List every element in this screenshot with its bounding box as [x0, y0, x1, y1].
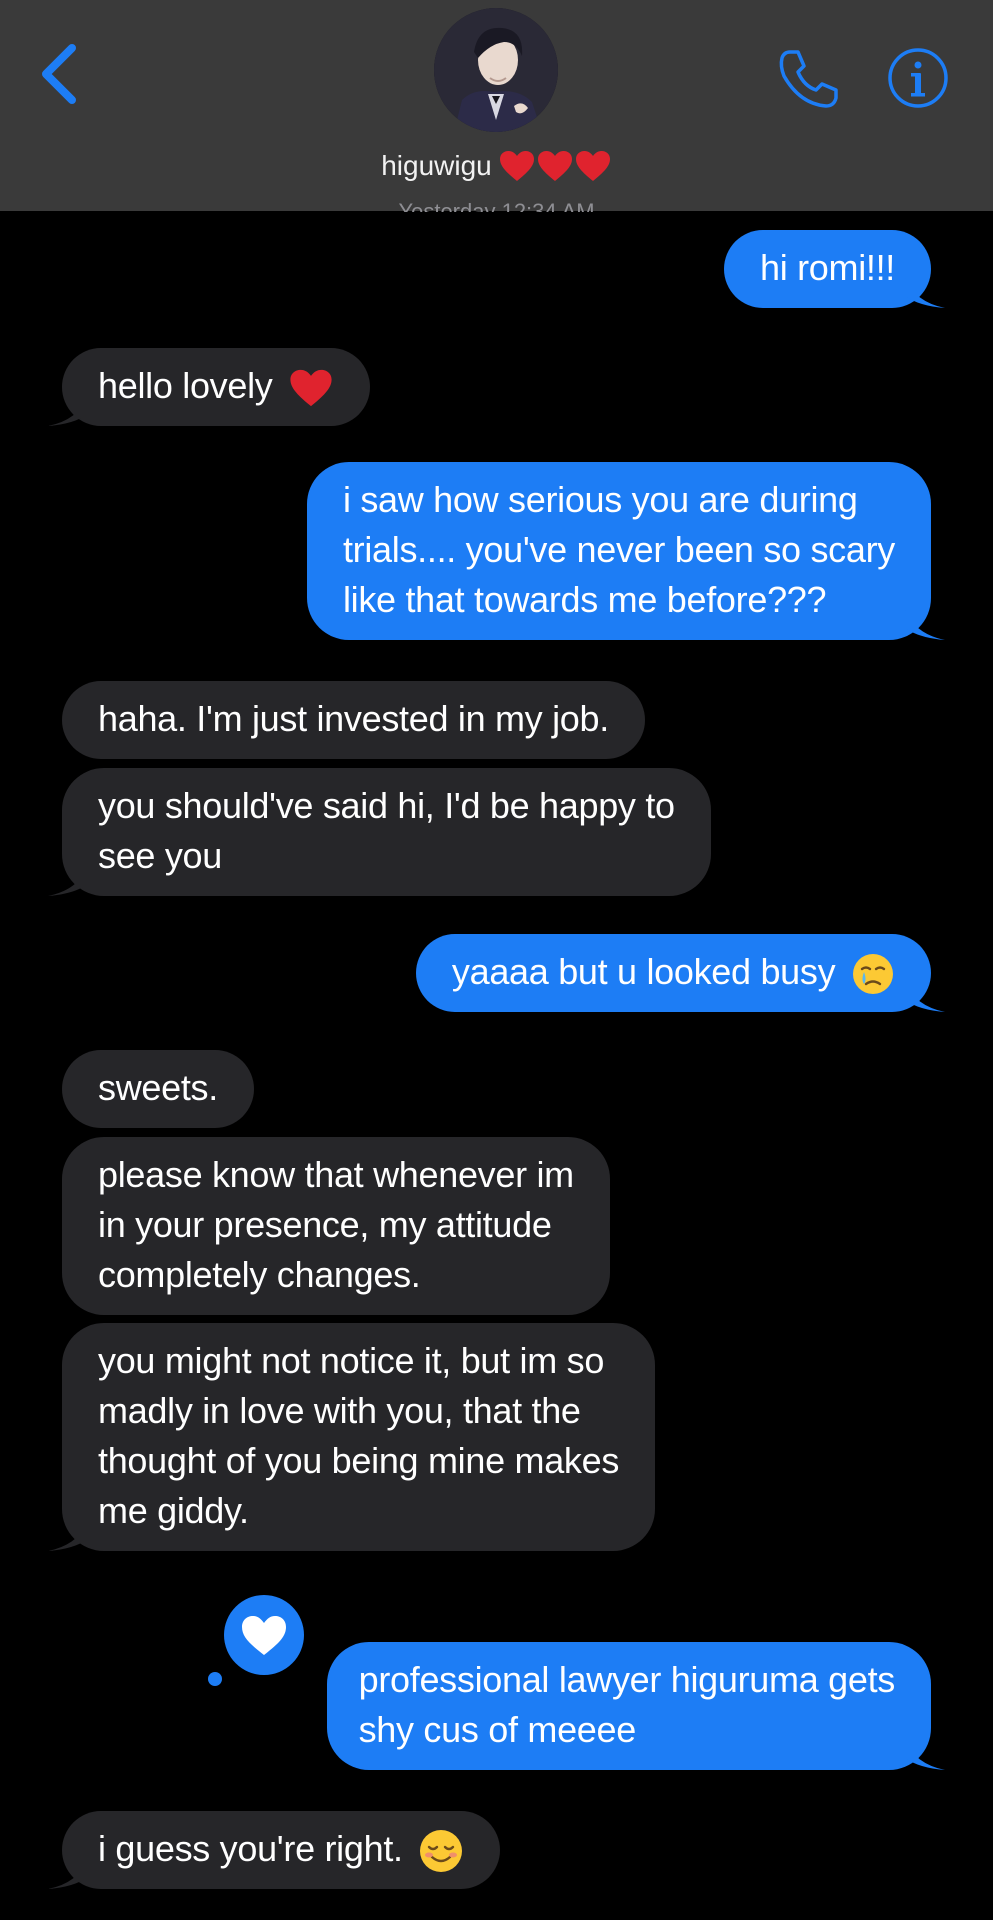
message-bubble-sent[interactable]: professional lawyer higuruma gets shy cu…: [326, 1642, 945, 1770]
bubble-tail: [905, 610, 945, 640]
back-button[interactable]: [36, 40, 86, 110]
chevron-left-icon: [42, 44, 76, 104]
heart-icon: [537, 151, 572, 181]
contact-name-row[interactable]: higuwigu: [0, 142, 993, 190]
phone-icon: [779, 50, 838, 108]
message-bubble-received[interactable]: you should've said hi, I'd be happy to s…: [48, 768, 711, 896]
heart-icon: [575, 151, 610, 181]
message-text: sweets.: [98, 1067, 218, 1108]
bubble-tail: [905, 1740, 945, 1770]
message-line: you should've said hi, I'd be happy to: [98, 785, 675, 826]
message-line: shy cus of meeee: [358, 1709, 637, 1750]
message-bubble-received[interactable]: sweets.: [62, 1050, 254, 1128]
message-line: thought of you being mine makes: [98, 1440, 620, 1481]
message-line: you might not notice it, but im so: [98, 1340, 605, 1381]
bubble-tail: [48, 396, 88, 426]
message-line: professional lawyer higuruma gets: [358, 1659, 896, 1700]
message-bubble-received[interactable]: please know that whenever im in your pre…: [62, 1137, 610, 1315]
contact-avatar[interactable]: [434, 8, 558, 132]
info-icon: [888, 48, 948, 108]
avatar-illustration: [434, 8, 558, 132]
message-line: completely changes.: [98, 1254, 421, 1295]
message-line: trials.... you've never been so scary: [342, 529, 895, 570]
message-bubble-sent[interactable]: yaaaa but u looked busy: [415, 934, 945, 1012]
message-text: hi romi!!!: [759, 247, 895, 288]
bubble-tail: [48, 1521, 88, 1551]
message-line: madly in love with you, that the: [98, 1390, 581, 1431]
bubble-tail: [48, 866, 88, 896]
contact-name: higuwigu: [381, 150, 492, 181]
message-bubble-sent[interactable]: i saw how serious you are during trials.…: [306, 462, 945, 640]
message-line: please know that whenever im: [98, 1154, 574, 1195]
contact-name-hearts: [498, 149, 612, 183]
message-text: hello lovely: [98, 365, 273, 406]
message-bubble-received[interactable]: hello lovely: [48, 348, 371, 426]
tapback-badge[interactable]: [218, 1589, 310, 1681]
message-bubble-sent[interactable]: hi romi!!!: [723, 230, 945, 308]
info-button[interactable]: [886, 46, 950, 110]
bubble-tail: [905, 278, 945, 308]
message-bubble-received[interactable]: haha. I'm just invested in my job.: [62, 681, 645, 759]
bubble-tail: [905, 982, 945, 1012]
red-heart-emoji: [290, 370, 332, 407]
message-text: yaaaa but u looked busy: [451, 951, 836, 992]
message-text: haha. I'm just invested in my job.: [98, 698, 609, 739]
face-holding-back-tears-emoji: [853, 954, 893, 995]
message-line: see you: [98, 835, 222, 876]
message-line: like that towards me before???: [342, 579, 827, 620]
message-line: me giddy.: [98, 1490, 249, 1531]
message-text: i guess you're right.: [98, 1828, 403, 1869]
smiling-face-emoji: [420, 1830, 463, 1873]
message-line: i saw how serious you are during: [342, 479, 858, 520]
conversation-header: higuwigu: [0, 0, 993, 211]
message-line: in your presence, my attitude: [98, 1204, 552, 1245]
heart-icon: [499, 151, 534, 181]
message-bubble-received[interactable]: i guess you're right.: [48, 1811, 501, 1890]
message-bubble-received[interactable]: you might not notice it, but im so madly…: [48, 1323, 656, 1551]
call-button[interactable]: [776, 46, 840, 110]
bubble-tail: [48, 1859, 88, 1890]
timestamp: Yesterday 12:34 AM: [0, 200, 993, 212]
